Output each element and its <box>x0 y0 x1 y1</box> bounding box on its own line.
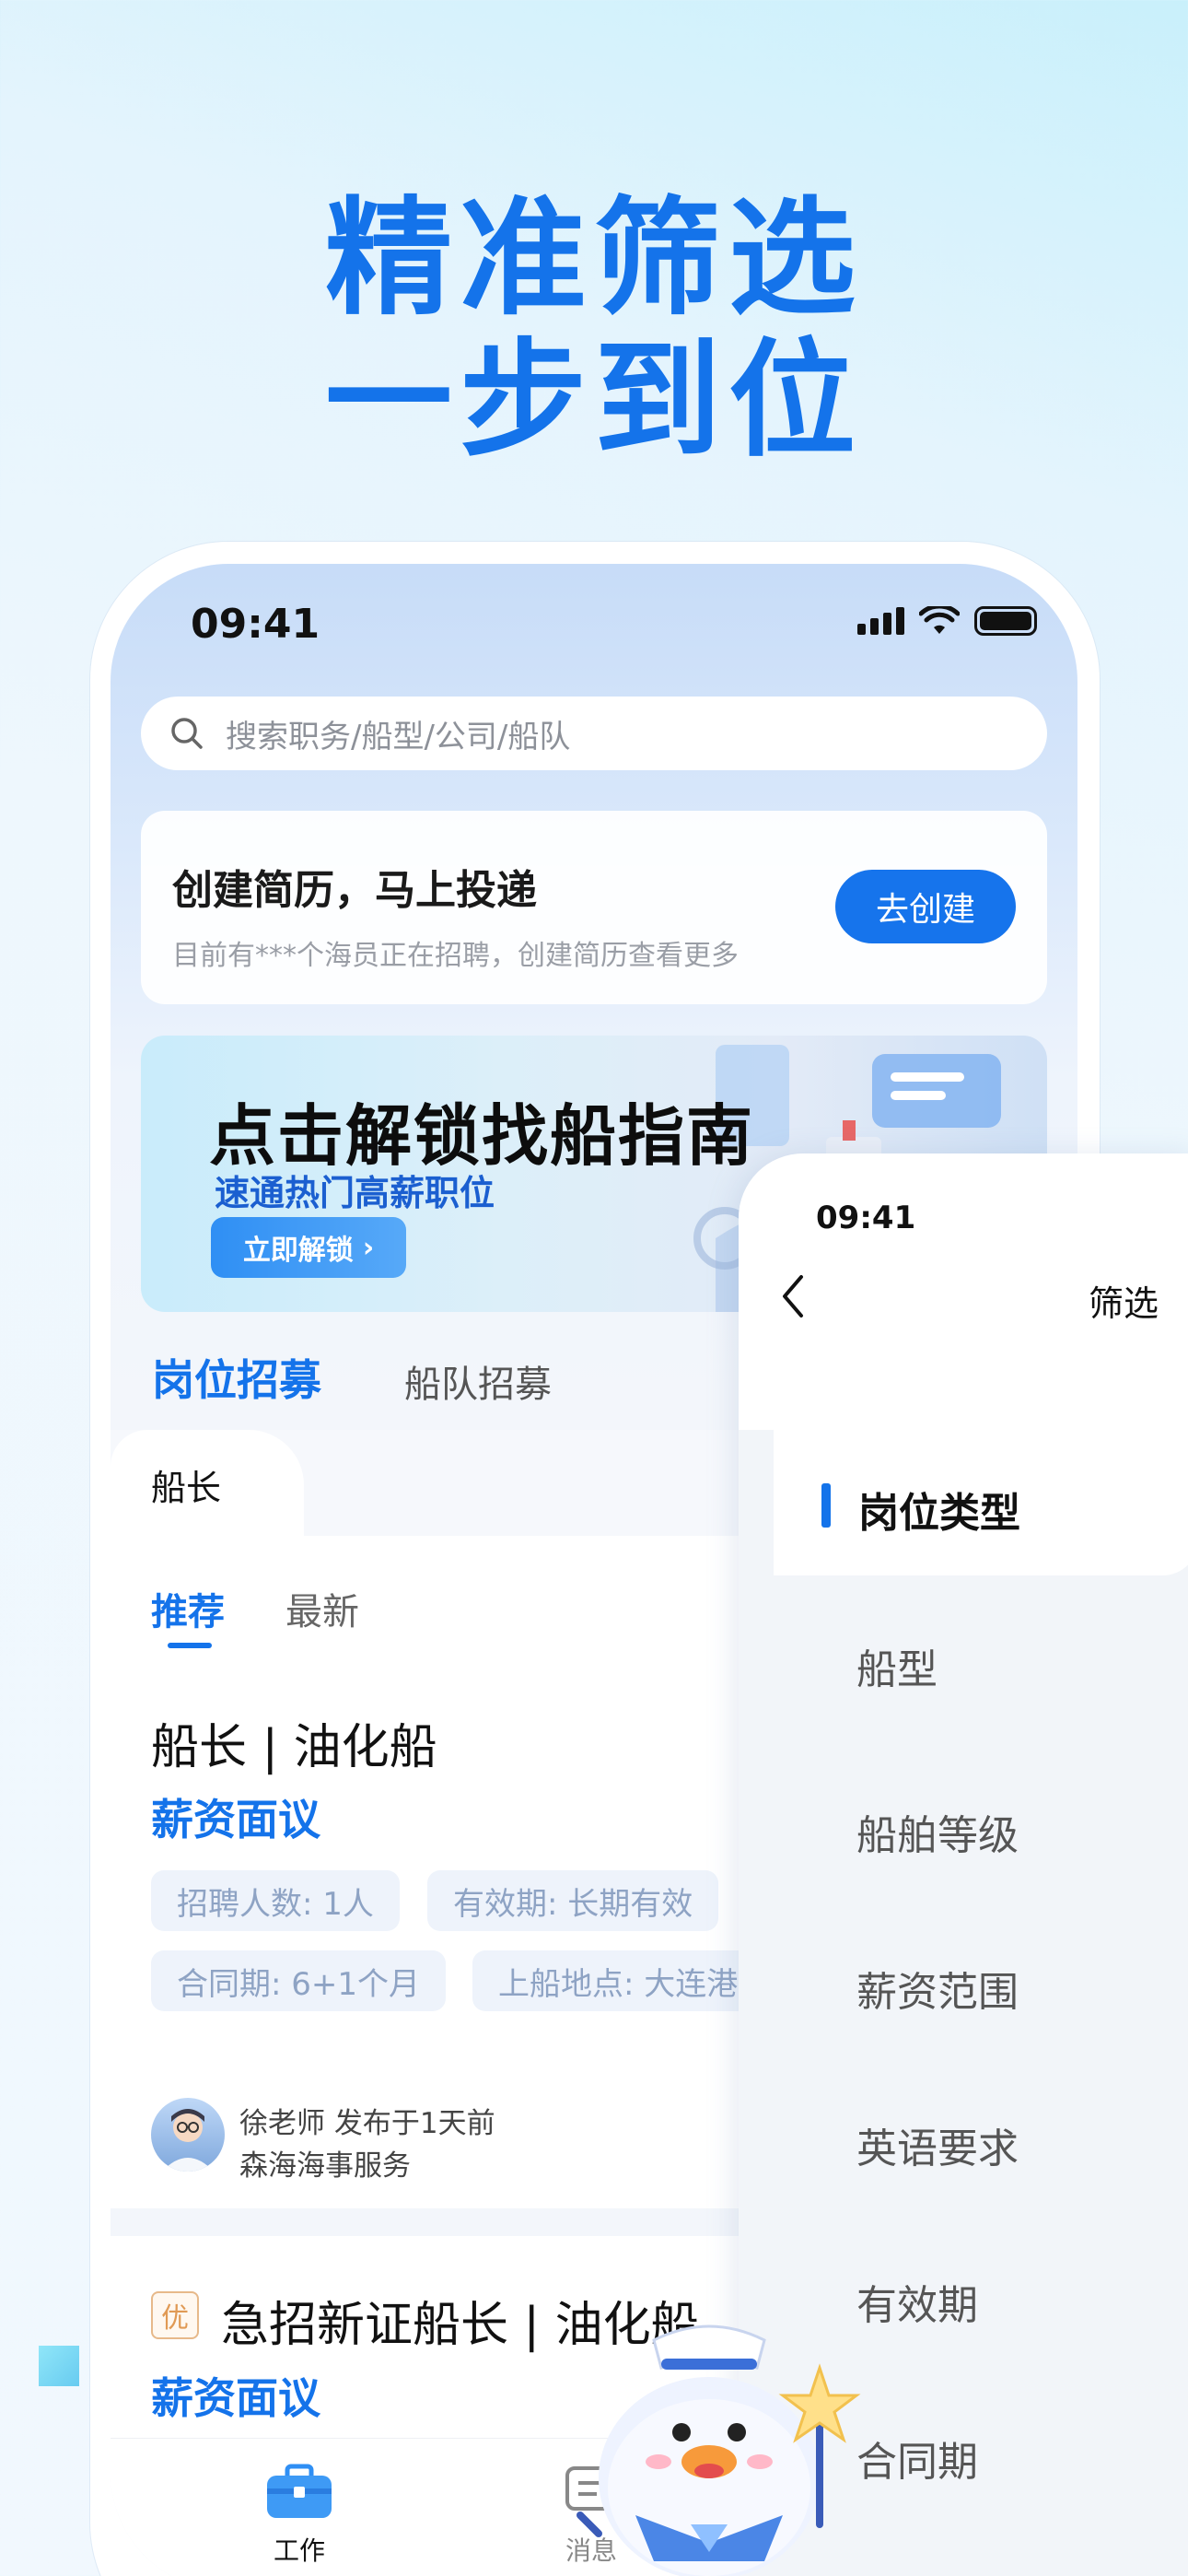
resume-title: 创建简历，马上投递 <box>172 867 537 914</box>
banner-subtitle: 速通热门高薪职位 <box>215 1173 495 1213</box>
tab-fleet-recruit[interactable]: 船队招募 <box>404 1354 552 1408</box>
avatar <box>151 2098 225 2172</box>
poster-info: 徐老师 发布于1天前 <box>239 2107 495 2140</box>
mascot-illustration <box>577 2324 861 2576</box>
tabbar-work-label: 工作 <box>273 2535 325 2566</box>
tag-headcount: 招聘人数: 1人 <box>151 1870 400 1931</box>
headline-line-2: 一步到位 <box>324 326 863 474</box>
resume-card: 创建简历，马上投递 目前有***个海员正在招聘，创建简历查看更多 去创建 <box>141 811 1047 1004</box>
wifi-icon <box>919 606 960 634</box>
job-salary-2: 薪资面议 <box>151 2373 320 2423</box>
status-icons <box>857 606 1037 636</box>
filter-title: 筛选 <box>1089 1283 1159 1324</box>
filter-header: 09:41 筛选 <box>739 1153 1188 1430</box>
tab-latest[interactable]: 最新 <box>285 1582 359 1635</box>
job-title: 船长 | 油化船 <box>151 1720 437 1775</box>
tab-job-recruit[interactable]: 岗位招募 <box>146 1347 321 1408</box>
filter-category-ship-grade[interactable]: 船舶等级 <box>856 1802 1019 1861</box>
create-resume-button[interactable]: 去创建 <box>835 870 1016 943</box>
position-chip[interactable]: 船长 <box>111 1430 304 1545</box>
search-bar[interactable]: 搜索职务/船型/公司/船队 <box>141 697 1047 770</box>
active-indicator <box>821 1483 831 1528</box>
resume-subtitle: 目前有***个海员正在招聘，创建简历查看更多 <box>172 940 739 972</box>
chevron-right-icon: › <box>362 1231 375 1264</box>
battery-icon <box>974 606 1037 636</box>
tag-contract: 合同期: 6+1个月 <box>151 1950 447 2011</box>
premium-badge: 优 <box>151 2291 199 2339</box>
status-time: 09:41 <box>191 601 320 648</box>
unlock-button-label: 立即解锁 <box>242 1235 354 1267</box>
filter-category-salary-range[interactable]: 薪资范围 <box>856 1959 1019 2018</box>
filter-category-position-type: 岗位类型 <box>858 1490 1020 1537</box>
company-name: 森海海事服务 <box>239 2149 411 2183</box>
signal-icon <box>857 607 904 635</box>
recruit-tabs: 岗位招募 船队招募 <box>146 1347 552 1408</box>
sort-tabs: 推荐 最新 <box>151 1582 359 1648</box>
filter-category-english[interactable]: 英语要求 <box>856 2115 1019 2174</box>
filter-category-active[interactable]: 岗位类型 <box>774 1430 1188 1575</box>
tag-validity: 有效期: 长期有效 <box>427 1870 719 1931</box>
tab-recommended[interactable]: 推荐 <box>151 1582 225 1648</box>
back-icon[interactable] <box>779 1273 807 1319</box>
briefcase-icon <box>267 2464 332 2518</box>
search-icon <box>171 718 203 749</box>
unlock-button[interactable]: 立即解锁 › <box>211 1217 406 1278</box>
filter-status-time: 09:41 <box>816 1200 916 1236</box>
tabbar-work[interactable]: 工作 <box>265 2463 333 2568</box>
filter-category-ship-type[interactable]: 船型 <box>856 1636 938 1695</box>
headline-line-1: 精准筛选 <box>324 184 863 333</box>
job-salary: 薪资面议 <box>151 1795 320 1844</box>
decorative-square <box>39 2346 79 2386</box>
search-placeholder: 搜索职务/船型/公司/船队 <box>226 718 571 755</box>
